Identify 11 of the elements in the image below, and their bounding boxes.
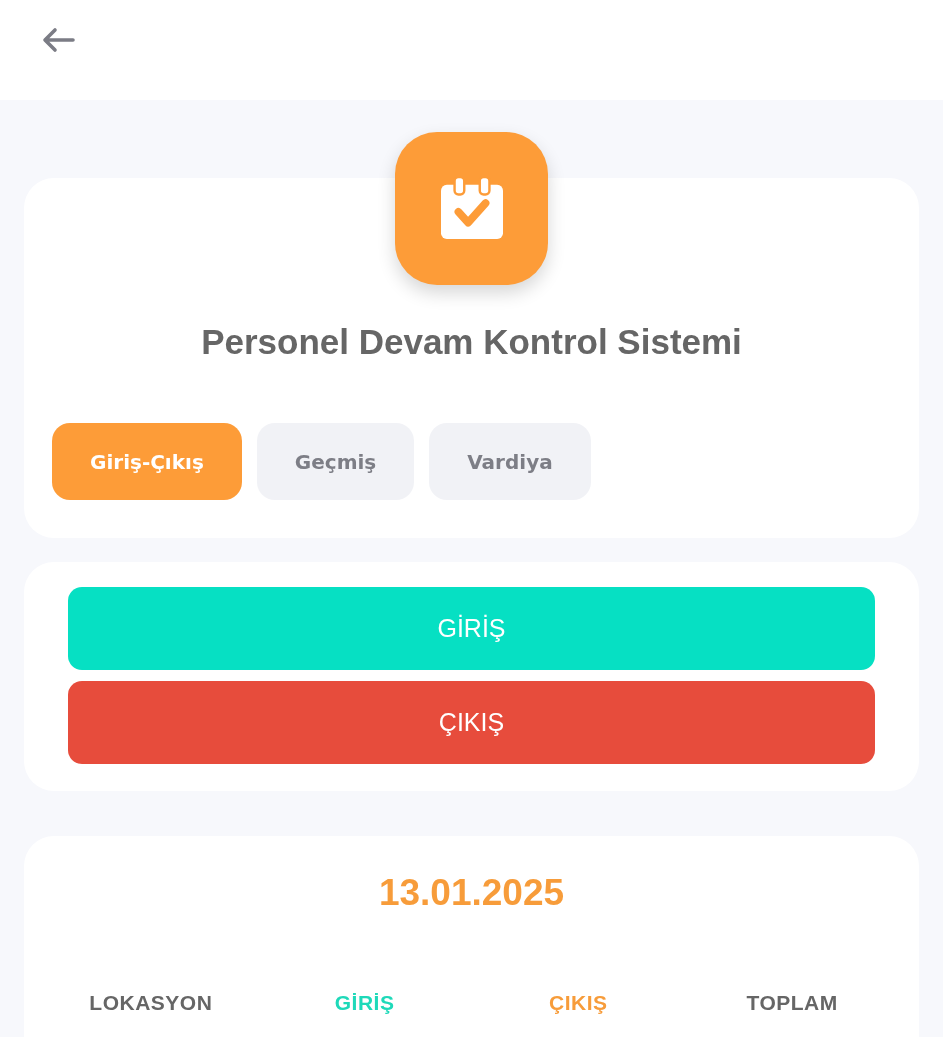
- column-header: LOKASYON: [89, 991, 213, 1015]
- tab[interactable]: Giriş-Çıkış: [52, 423, 242, 500]
- back-arrow-icon[interactable]: [42, 27, 76, 53]
- check-out-button[interactable]: ÇIKIŞ: [68, 681, 875, 764]
- column-header: ÇIKIŞ: [549, 991, 608, 1015]
- tab[interactable]: Vardiya: [429, 423, 591, 500]
- app-title: Personel Devam Kontrol Sistemi: [201, 321, 742, 363]
- column-header: GİRİŞ: [334, 991, 395, 1015]
- column-header: TOPLAM: [746, 991, 838, 1015]
- tab[interactable]: Geçmiş: [256, 423, 415, 500]
- date-label: 13.01.2025: [378, 871, 565, 915]
